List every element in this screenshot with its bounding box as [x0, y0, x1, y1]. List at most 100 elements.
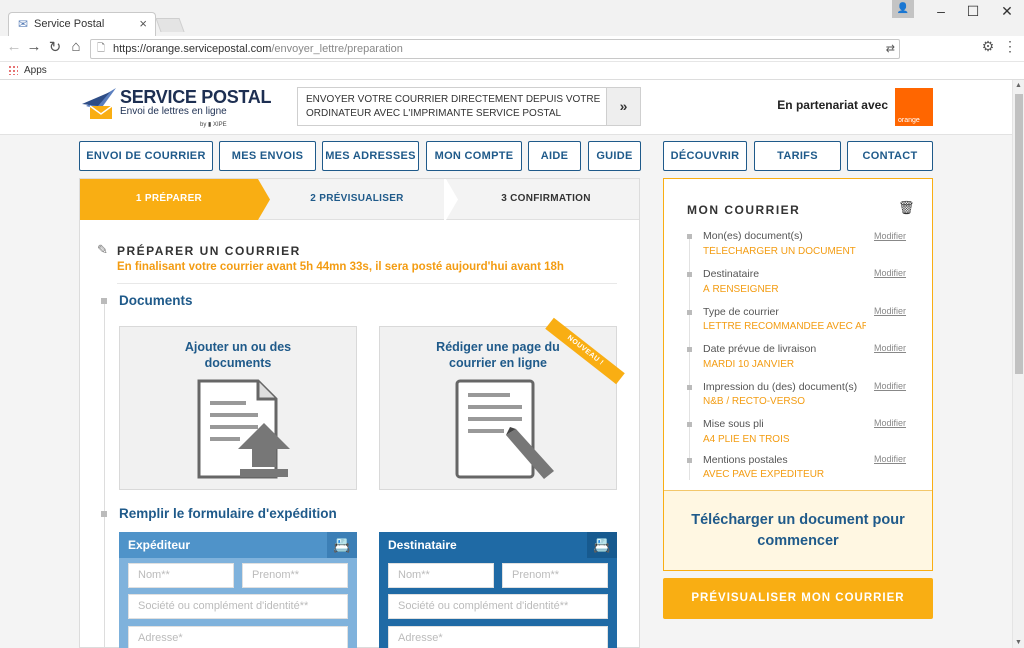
apps-grid-icon[interactable] [8, 65, 18, 75]
url-path: /envoyer_lettre/preparation [271, 43, 403, 55]
upload-document-card[interactable]: Ajouter un ou des documents [119, 326, 357, 490]
item-folding-value: A4 PLIÉ EN TROIS [703, 434, 790, 445]
preview-button[interactable]: PRÉVISUALISER MON COURRIER [663, 578, 933, 619]
service-postal-logo-icon[interactable] [80, 84, 118, 122]
forward-icon[interactable]: → [24, 38, 44, 55]
recipient-societe-field[interactable]: Société ou complément d'identité** [388, 594, 608, 619]
browser-tab[interactable]: ✉ Service Postal × [8, 12, 156, 36]
url-host: https://orange.servicepostal.com [113, 43, 272, 55]
item-bullet [687, 234, 692, 239]
scrollbar[interactable]: ▲ ▼ [1012, 80, 1024, 648]
modify-date-link[interactable]: Modifier [874, 343, 906, 353]
new-tab-button[interactable] [155, 18, 185, 32]
minimize-icon[interactable]: – [926, 0, 956, 22]
nav-tarifs[interactable]: TARIFS [754, 141, 841, 171]
upload-cta-text: Télécharger un document pour commencer [691, 512, 905, 549]
divider [117, 283, 617, 284]
trash-icon[interactable]: 🗑 [898, 200, 915, 216]
sidebar-line [689, 234, 690, 480]
recipient-title: Destinataire [388, 538, 457, 552]
translate-icon[interactable]: ⇄ [886, 40, 895, 58]
nav-mon-compte[interactable]: MON COMPTE [426, 141, 522, 171]
reload-icon[interactable]: ↻ [45, 38, 65, 56]
item-mentions-value: AVEC PAVÉ EXPÉDITEUR [703, 469, 825, 480]
modify-mentions-link[interactable]: Modifier [874, 454, 906, 464]
scrollbar-thumb[interactable] [1015, 94, 1023, 374]
orange-logo[interactable]: orange [895, 88, 933, 126]
bookmark-apps[interactable]: Apps [24, 65, 47, 76]
modify-folding-link[interactable]: Modifier [874, 418, 906, 428]
item-print-value: N&B / RECTO-VERSO [703, 396, 806, 407]
scroll-down-icon[interactable]: ▼ [1015, 639, 1022, 646]
item-bullet [687, 422, 692, 427]
profile-icon[interactable]: 👤 [892, 0, 914, 18]
item-print-label: Impression du (des) document(s) [703, 381, 858, 393]
modify-type-link[interactable]: Modifier [874, 306, 906, 316]
close-window-icon[interactable]: ✕ [992, 0, 1022, 22]
nav-guide[interactable]: GUIDE [588, 141, 641, 171]
item-type-label: Type de courrier [703, 306, 779, 318]
modify-documents-link[interactable]: Modifier [874, 231, 906, 241]
item-bullet [687, 310, 692, 315]
nav-decouvrir[interactable]: DÉCOUVRIR [663, 141, 747, 171]
partner-text: En partenariat avec [777, 98, 888, 112]
item-bullet [687, 272, 692, 277]
maximize-icon[interactable]: ☐ [958, 0, 988, 22]
modify-recipient-link[interactable]: Modifier [874, 268, 906, 278]
logo-by: by ▮ XIPE [200, 122, 227, 128]
logo-name[interactable]: SERVICE POSTAL [120, 87, 271, 108]
scroll-up-icon[interactable]: ▲ [1015, 82, 1022, 89]
upload-cta[interactable]: Télécharger un document pour commencer [664, 490, 932, 570]
back-icon[interactable]: ← [4, 38, 24, 55]
section-bullet [101, 511, 107, 517]
nav-aide[interactable]: AIDE [528, 141, 581, 171]
item-mentions-label: Mentions postales [703, 454, 788, 466]
section-bullet [101, 298, 107, 304]
printer-banner[interactable]: ENVOYER VOTRE COURRIER DIRECTEMENT DEPUI… [297, 87, 641, 126]
sender-header: Expéditeur 📇 [119, 532, 357, 558]
item-date-value: MARDI 10 JANVIER [703, 359, 795, 370]
step-confirm[interactable]: 3 CONFIRMATION [456, 193, 636, 204]
recipient-header: Destinataire 📇 [379, 532, 617, 558]
modify-print-link[interactable]: Modifier [874, 381, 906, 391]
upload-document-icon [197, 379, 290, 479]
orange-logo-text: orange [898, 117, 920, 124]
deadline-note: En finalisant votre courrier avant 5h 44… [117, 261, 564, 273]
pen-icon: ✎ [97, 242, 108, 257]
form-section-title: Remplir le formulaire d'expédition [119, 506, 337, 521]
page-info-icon[interactable]: 🗋 [97, 40, 105, 58]
recipient-adresse-field[interactable]: Adresse* [388, 626, 608, 648]
recipient-nom-field[interactable]: Nom** [388, 563, 494, 588]
sender-nom-field[interactable]: Nom** [128, 563, 234, 588]
write-document-icon [455, 379, 554, 479]
recipient-prenom-field[interactable]: Prenom** [502, 563, 608, 588]
menu-icon[interactable]: ⋮ [1000, 38, 1020, 55]
address-bar[interactable]: 🗋 https://orange.servicepostal.com/envoy… [90, 39, 900, 59]
nav-mes-envois[interactable]: MES ENVOIS [219, 141, 316, 171]
sender-prenom-field[interactable]: Prenom** [242, 563, 348, 588]
nav-envoi-de-courrier[interactable]: ENVOI DE COURRIER [79, 141, 213, 171]
upload-card-title: Ajouter un ou des documents [184, 340, 292, 370]
item-documents-value: TÉLÉCHARGER UN DOCUMENT [703, 246, 856, 257]
banner-text: ENVOYER VOTRE COURRIER DIRECTEMENT DEPUI… [306, 94, 601, 119]
sender-societe-field[interactable]: Société ou complément d'identité** [128, 594, 348, 619]
recipient-address-book-icon[interactable]: 📇 [587, 532, 617, 558]
sender-address-book-icon[interactable]: 📇 [327, 532, 357, 558]
home-icon[interactable]: ⌂ [66, 38, 86, 55]
step-preview[interactable]: 2 PRÉVISUALISER [270, 193, 444, 204]
prepare-title: PRÉPARER UN COURRIER [117, 244, 301, 258]
documents-title: Documents [119, 293, 193, 308]
item-recipient-value: À RENSEIGNER [703, 284, 779, 295]
section-line [104, 300, 105, 648]
nav-contact[interactable]: CONTACT [847, 141, 933, 171]
tab-title: Service Postal [34, 18, 105, 30]
sender-title: Expéditeur [128, 538, 191, 552]
close-tab-icon[interactable]: × [139, 16, 147, 31]
item-bullet [687, 458, 692, 463]
item-type-value: LETTRE RECOMMANDÉE AVEC AR [703, 321, 866, 332]
banner-arrow-button[interactable]: » [606, 88, 640, 125]
extension-gear-icon[interactable]: ⚙ [978, 38, 998, 55]
step-prepare[interactable]: 1 PRÉPARER [80, 193, 258, 204]
nav-mes-adresses[interactable]: MES ADRESSES [322, 141, 419, 171]
sender-adresse-field[interactable]: Adresse* [128, 626, 348, 648]
